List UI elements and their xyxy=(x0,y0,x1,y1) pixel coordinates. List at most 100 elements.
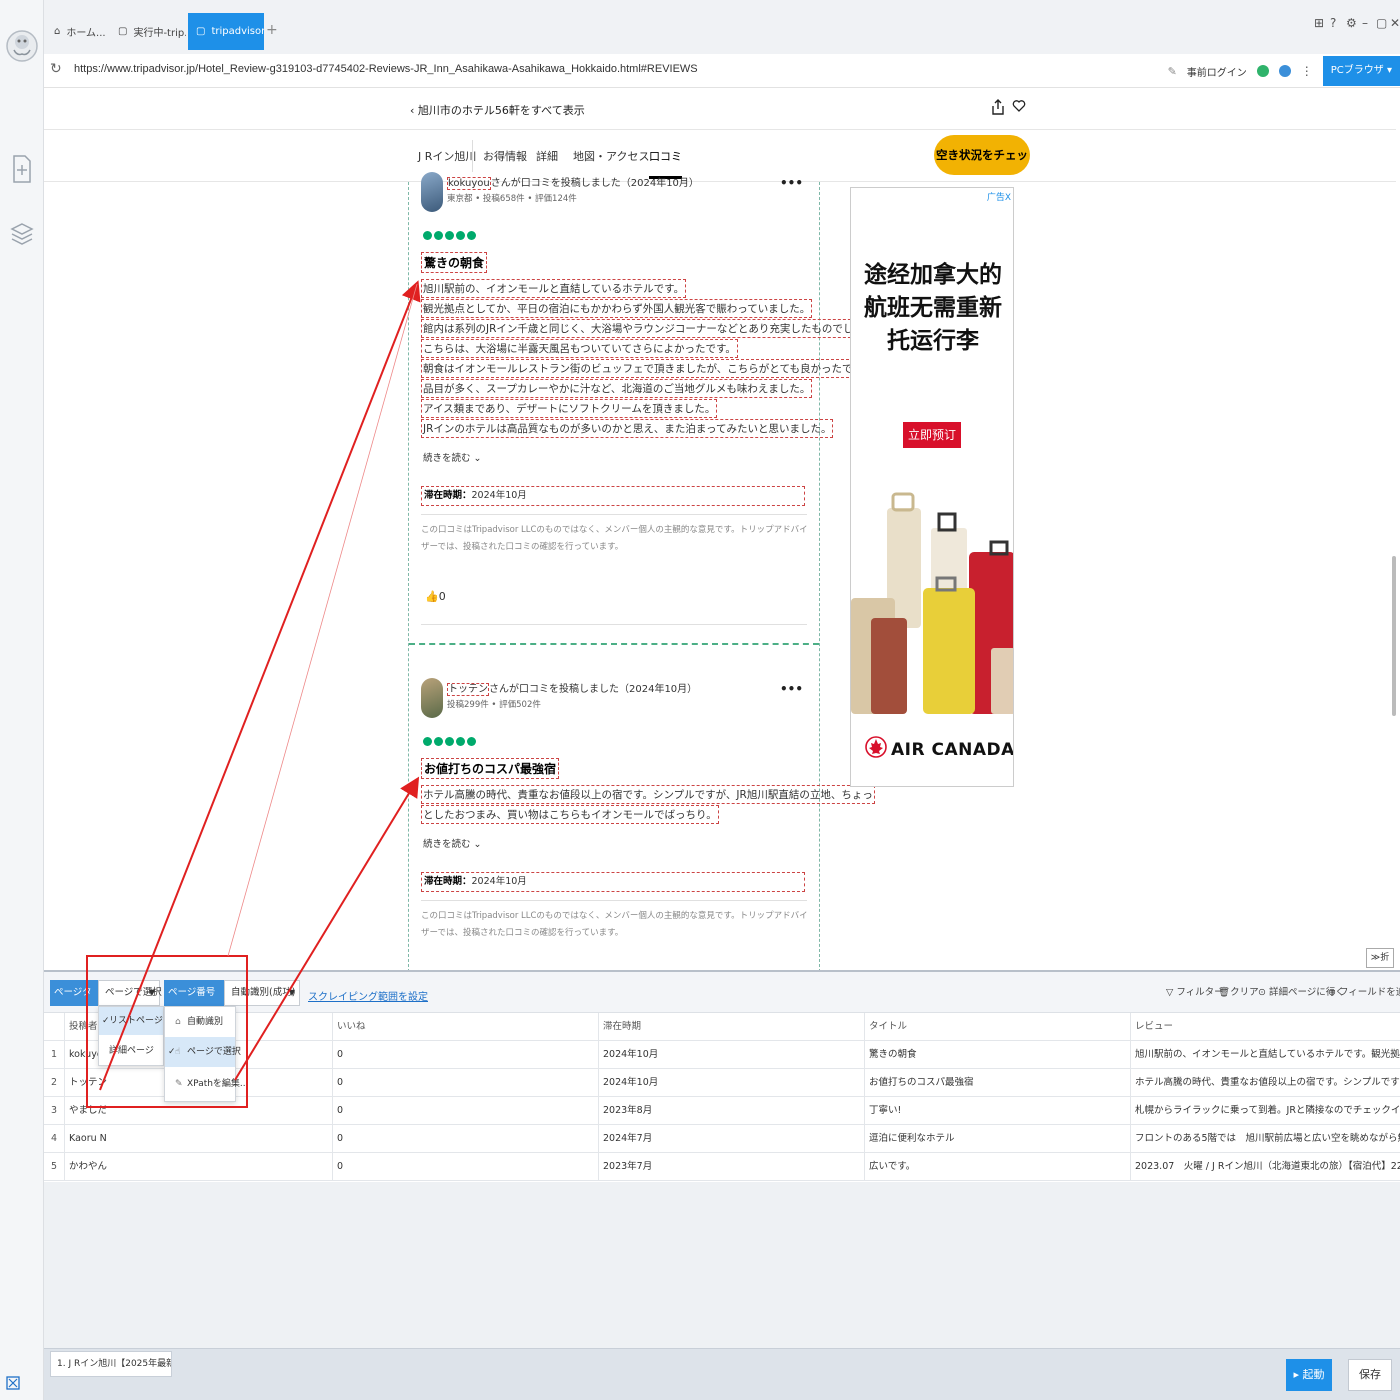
cell-author[interactable]: かわやん xyxy=(64,1153,332,1181)
close-window-icon[interactable]: ✕ xyxy=(1390,16,1400,30)
cell-review[interactable]: 2023.07 火曜 / J Rイン旭川（北海道東北の旅）【宿泊代】22,560… xyxy=(1130,1153,1400,1181)
column-header[interactable]: タイトル xyxy=(864,1013,1130,1041)
review-author-line: トッテンさんが口コミを投稿しました（2024年10月） xyxy=(447,680,697,696)
new-task-icon[interactable] xyxy=(10,154,34,184)
review-author[interactable]: トッテン xyxy=(447,683,489,696)
clear-button[interactable]: 🗑クリア xyxy=(1218,984,1259,998)
cell-likes[interactable]: 0 xyxy=(332,1069,598,1097)
helpful-count: 0 xyxy=(438,590,446,603)
column-header[interactable]: レビュー xyxy=(1130,1013,1400,1041)
help-icon[interactable]: ? xyxy=(1330,16,1336,30)
tab-tripadvisor[interactable]: ▢ tripadvisor... X xyxy=(188,13,264,50)
ad-brand: AIR CANADA xyxy=(891,740,1014,760)
cell-review[interactable]: フロントのある5階では 旭川駅前広場と広い空を眺めながら無料のコーヒーを頂けま.… xyxy=(1130,1125,1400,1153)
cell-likes[interactable]: 0 xyxy=(332,1097,598,1125)
heart-icon[interactable] xyxy=(1012,99,1026,113)
ad-tag[interactable]: 广告X xyxy=(987,190,1011,203)
settings-icon[interactable]: ⚙ xyxy=(1346,16,1357,30)
tab-label: tripadvisor... xyxy=(211,26,264,37)
table-row[interactable]: 5 かわやん 0 2023年7月 広いです。 2023.07 火曜 / J Rイ… xyxy=(44,1153,1400,1181)
cell-review[interactable]: 札幌からライラックに乗って到着。JRと隣接なのでチェックインしてすぐ旭川市内へ.… xyxy=(1130,1097,1400,1125)
maple-leaf-icon xyxy=(865,736,887,758)
page-scrollbar[interactable] xyxy=(1392,556,1396,716)
read-more-link[interactable]: 続きを読む ⌄ xyxy=(423,450,481,464)
scrape-range-link[interactable]: スクレイピング範囲を設定 xyxy=(308,988,428,1003)
cell-title[interactable]: 丁寧い! xyxy=(864,1097,1130,1125)
avatar[interactable] xyxy=(421,172,443,212)
column-header[interactable]: いいね xyxy=(332,1013,598,1041)
add-field-button[interactable]: ⊕ フィールドを追加 xyxy=(1328,984,1400,998)
cell-likes[interactable]: 0 xyxy=(332,1125,598,1153)
cell-likes[interactable]: 0 xyxy=(332,1153,598,1181)
annotation-highlight-box xyxy=(86,955,248,1108)
reload-icon[interactable]: ↻ xyxy=(50,61,62,77)
row-number: 2 xyxy=(50,1077,58,1088)
pc-browser-button[interactable]: PCブラウザ ▾ xyxy=(1322,56,1400,86)
review-title[interactable]: 驚きの朝食 xyxy=(421,252,488,273)
review-author[interactable]: kokuyou xyxy=(447,177,491,190)
rating-bubble-icon xyxy=(434,231,443,240)
more-icon[interactable]: ⋮ xyxy=(1301,64,1313,78)
status-icon[interactable] xyxy=(1256,65,1269,77)
run-button[interactable]: ▸ 起動 xyxy=(1286,1359,1332,1391)
rating-bubble-icon xyxy=(445,737,454,746)
helpful-button[interactable]: 👍0 xyxy=(425,590,446,603)
tab-map[interactable]: 地図・アクセス xyxy=(573,148,649,164)
avatar[interactable] xyxy=(421,678,443,718)
cell-title[interactable]: 逗泊に便利なホテル xyxy=(864,1125,1130,1153)
minimize-icon[interactable]: – xyxy=(1362,16,1368,30)
edit-icon[interactable]: ✎ xyxy=(1168,65,1177,78)
ad-headline-line: 途经加拿大的 xyxy=(864,261,1002,288)
review-line: ホテル高騰の時代、貴重なお値段以上の宿です。シンプルですが、JR旭川駅直結の立地… xyxy=(421,785,875,804)
maximize-icon[interactable]: ▢ xyxy=(1376,16,1387,30)
pre-login-button[interactable]: 事前ログイン xyxy=(1187,64,1247,79)
clear-label: クリア xyxy=(1230,987,1259,998)
back-to-list-link[interactable]: ‹ 旭川市のホテル56軒をすべて表示 xyxy=(410,102,585,118)
cell-review[interactable]: 旭川駅前の、イオンモールと直結しているホテルです。観光拠点としてか、平日の宿..… xyxy=(1130,1041,1400,1069)
collapse-panel-icon[interactable] xyxy=(6,1376,20,1390)
web-page: ‹ 旭川市のホテル56軒をすべて表示 J Rイン旭川 お得情報 詳細 地図・アク… xyxy=(44,88,1396,970)
tab-running-task[interactable]: ▢ 実行中-trip... X xyxy=(110,13,186,50)
tab-hotel-name[interactable]: J Rイン旭川 xyxy=(418,148,476,164)
read-more-link[interactable]: 続きを読む ⌄ xyxy=(423,836,481,850)
stay-label: 滞在時期： xyxy=(424,490,472,501)
more-options-icon[interactable]: ••• xyxy=(780,176,803,190)
row-number: 5 xyxy=(50,1161,58,1172)
filter-button[interactable]: ▽ フィルター xyxy=(1166,984,1224,998)
cell-stay[interactable]: 2023年8月 xyxy=(598,1097,864,1125)
gift-icon[interactable]: ⊞ xyxy=(1314,16,1324,30)
check-availability-button[interactable]: 空き状況をチェック xyxy=(934,135,1030,202)
share-icon[interactable] xyxy=(992,99,1004,115)
cell-review[interactable]: ホテル高騰の時代、貴重なお値段以上の宿です。シンプルですが、JR旭川駅直結の立.… xyxy=(1130,1069,1400,1097)
divider xyxy=(421,514,807,515)
cell-author[interactable]: Kaoru N xyxy=(64,1125,332,1153)
cell-stay[interactable]: 2024年10月 xyxy=(598,1041,864,1069)
column-header[interactable]: 滞在時期 xyxy=(598,1013,864,1041)
footer-bar: 1. J Rイン旭川【2025年最新の... ▸ 起動 保存 xyxy=(44,1348,1400,1400)
ad-banner[interactable]: 广告X 途经加拿大的 航班无需重新 托运行李 立即预订 AIR CANADA xyxy=(850,187,1014,787)
url-field[interactable]: https://www.tripadvisor.jp/Hotel_Review-… xyxy=(74,63,698,75)
task-tab[interactable]: 1. J Rイン旭川【2025年最新の... xyxy=(50,1351,172,1377)
review-title[interactable]: お値打ちのコスパ最強宿 xyxy=(421,758,560,779)
cell-title[interactable]: お値打ちのコスパ最強宿 xyxy=(864,1069,1130,1097)
table-row[interactable]: 4 Kaoru N 0 2024年7月 逗泊に便利なホテル フロントのある5階で… xyxy=(44,1125,1400,1153)
fold-button[interactable]: ≫折る xyxy=(1366,948,1394,981)
tab-details[interactable]: 詳細 xyxy=(536,148,558,164)
cell-stay[interactable]: 2024年7月 xyxy=(598,1125,864,1153)
new-tab-button[interactable]: + xyxy=(266,22,278,38)
rating-bubble-icon xyxy=(445,231,454,240)
cell-title[interactable]: 驚きの朝食 xyxy=(864,1041,1130,1069)
cell-title[interactable]: 広いです。 xyxy=(864,1153,1130,1181)
layers-icon[interactable] xyxy=(10,220,34,250)
save-button[interactable]: 保存 xyxy=(1348,1359,1392,1391)
cell-stay[interactable]: 2023年7月 xyxy=(598,1153,864,1181)
info-icon[interactable] xyxy=(1278,65,1291,77)
cell-likes[interactable]: 0 xyxy=(332,1041,598,1069)
rating-bubbles xyxy=(423,737,476,746)
more-options-icon[interactable]: ••• xyxy=(780,682,803,696)
tab-home[interactable]: ⌂ ホーム... xyxy=(46,13,108,50)
tab-deals[interactable]: お得情報 xyxy=(483,148,527,164)
rating-bubble-icon xyxy=(423,737,432,746)
ad-cta-button[interactable]: 立即预订 xyxy=(903,422,961,448)
cell-stay[interactable]: 2024年10月 xyxy=(598,1069,864,1097)
